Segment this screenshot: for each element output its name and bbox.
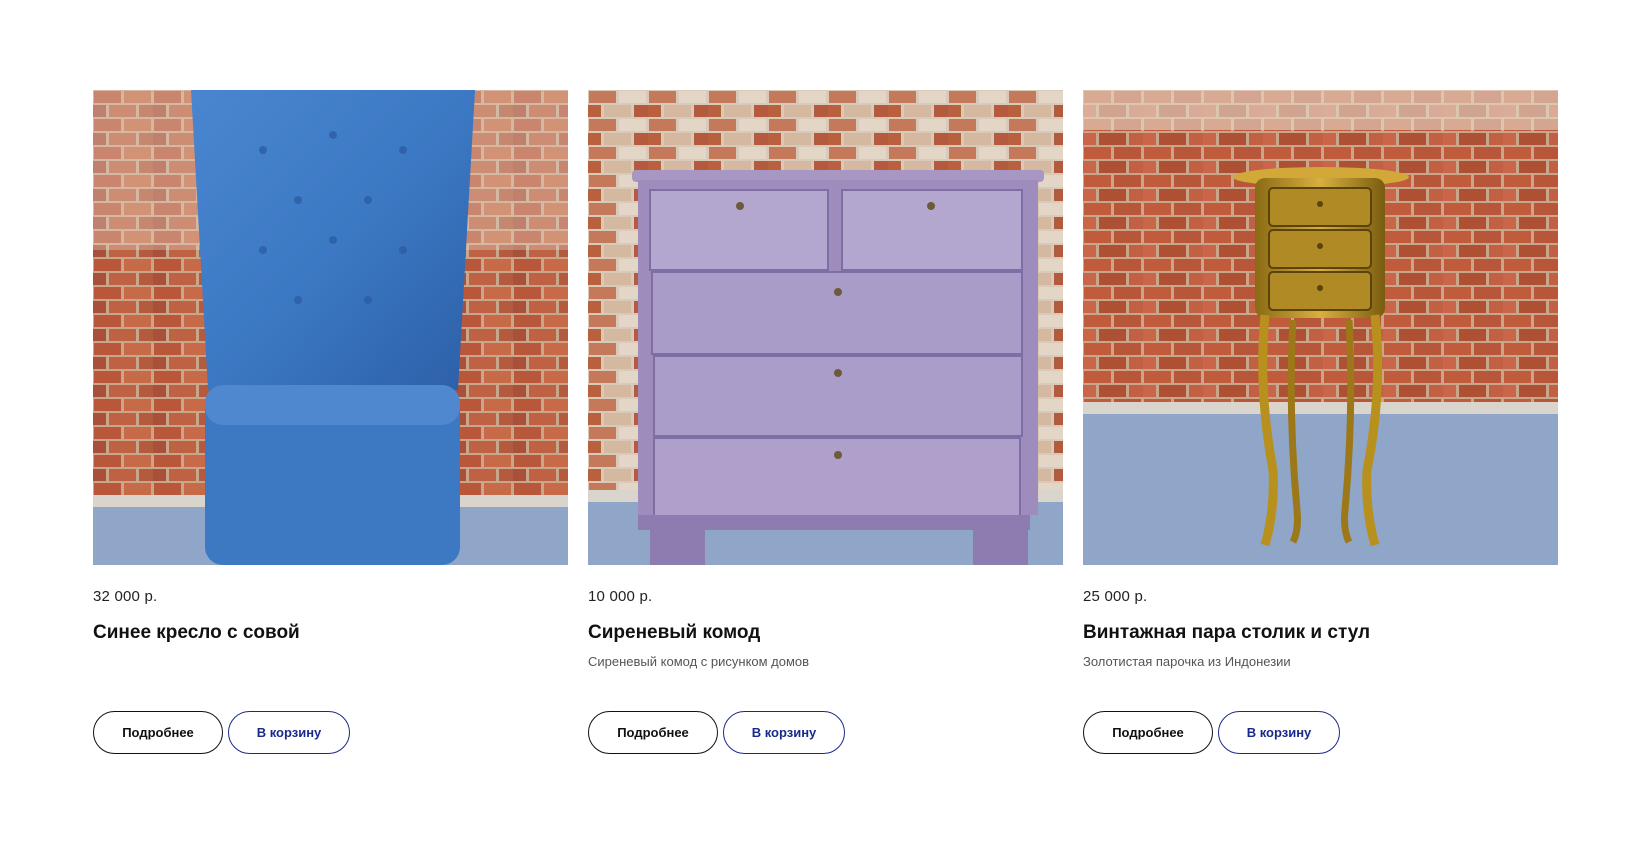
add-to-cart-button[interactable]: В корзину xyxy=(228,711,350,754)
product-description: Сиреневый комод с рисунком домов xyxy=(588,654,810,669)
add-to-cart-button[interactable]: В корзину xyxy=(723,711,845,754)
product-card: 25 000 р. Винтажная пара столик и стул З… xyxy=(1083,90,1558,754)
add-to-cart-button[interactable]: В корзину xyxy=(1218,711,1340,754)
product-description xyxy=(93,653,568,671)
product-actions: Подробнее В корзину xyxy=(1083,711,1340,754)
product-image-golden-table[interactable] xyxy=(1083,90,1558,565)
lilac-dresser-photo xyxy=(588,90,1063,565)
details-button[interactable]: Подробнее xyxy=(93,711,223,754)
product-description: Золотистая парочка из Индонезии xyxy=(1083,654,1291,669)
product-price: 10 000 р. xyxy=(588,588,653,605)
product-card: 10 000 р. Сиреневый комод Сиреневый комо… xyxy=(588,90,1063,754)
product-grid: 32 000 р. Синее кресло с совой Подробнее… xyxy=(93,90,1558,754)
product-actions: Подробнее В корзину xyxy=(588,711,845,754)
product-price: 25 000 р. xyxy=(1083,588,1148,605)
product-image-lilac-dresser[interactable] xyxy=(588,90,1063,565)
product-title[interactable]: Винтажная пара столик и стул xyxy=(1083,621,1558,645)
product-title[interactable]: Сиреневый комод xyxy=(588,621,1063,645)
golden-table-photo xyxy=(1083,90,1558,565)
details-button[interactable]: Подробнее xyxy=(588,711,718,754)
product-card: 32 000 р. Синее кресло с совой Подробнее… xyxy=(93,90,568,754)
blue-armchair-photo xyxy=(93,90,568,565)
product-actions: Подробнее В корзину xyxy=(93,711,350,754)
product-price: 32 000 р. xyxy=(93,588,158,605)
product-title[interactable]: Синее кресло с совой xyxy=(93,621,568,645)
product-image-blue-armchair[interactable] xyxy=(93,90,568,565)
details-button[interactable]: Подробнее xyxy=(1083,711,1213,754)
